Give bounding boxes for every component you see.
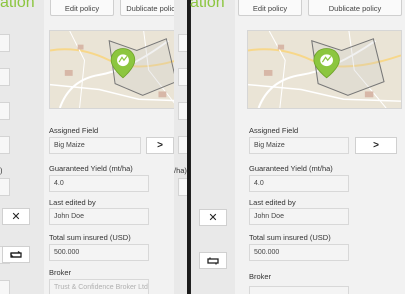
strip-field-stub [0, 34, 10, 52]
duplicate-policy-button[interactable]: Dublicate policy [308, 0, 402, 16]
assigned-field-label: Assigned Field [49, 126, 99, 135]
assigned-field-input[interactable]: Big Maize [249, 137, 349, 154]
strip-label-fragment: /ha) [174, 166, 187, 175]
transfer-icon [10, 250, 22, 258]
strip-label-fragment: ) [0, 166, 3, 175]
last-edited-label: Last edited by [49, 198, 96, 207]
strip-field-stub [178, 178, 187, 196]
broker-label: Broker [49, 268, 72, 277]
last-edited-field: John Doe [249, 208, 349, 225]
map-canvas [50, 31, 187, 108]
right-side-strip: /ha) [174, 0, 187, 294]
transfer-button[interactable] [199, 252, 227, 269]
total-sum-label: Total sum insured (USD) [249, 233, 331, 242]
close-icon: ✕ [11, 211, 21, 223]
field-map[interactable] [49, 30, 187, 109]
broker-label: Broker [249, 272, 272, 281]
strip-field-stub [178, 34, 187, 52]
broker-field[interactable] [249, 286, 349, 294]
strip-field-stub [0, 68, 10, 86]
strip-field-stub [178, 102, 187, 120]
total-sum-field[interactable]: 500.000 [49, 244, 149, 261]
last-edited-field: John Doe [49, 208, 149, 225]
assigned-field-select-button[interactable]: > [355, 137, 397, 154]
assigned-field-label: Assigned Field [249, 126, 299, 135]
guaranteed-yield-field[interactable]: 4.0 [49, 175, 149, 192]
assigned-field-input[interactable]: Big Maize [49, 137, 141, 154]
strip-field-stub [0, 102, 10, 120]
strip-field-stub [178, 68, 187, 86]
transfer-button[interactable] [2, 246, 30, 263]
assigned-field-select-button[interactable]: > [146, 137, 174, 154]
right-panel: Edit policy Dublicate policy Assigned Fi… [190, 0, 405, 294]
strip-field-stub [0, 280, 10, 294]
edit-policy-button[interactable]: Edit policy [50, 0, 114, 16]
total-sum-field[interactable]: 500.000 [249, 244, 349, 261]
strip-field-stub [0, 136, 10, 154]
close-icon: ✕ [208, 212, 218, 224]
page-title-fragment: ation [0, 0, 35, 11]
broker-field[interactable]: Trust & Confidence Broker Ltd [49, 279, 149, 294]
page-title-fragment: ation [190, 0, 225, 11]
chevron-right-icon: > [157, 140, 163, 151]
transfer-icon [207, 257, 219, 264]
strip-field-stub [178, 136, 187, 154]
guaranteed-yield-field[interactable]: 4.0 [249, 175, 349, 192]
guaranteed-yield-label: Guaranteed Yield (mt/ha) [249, 164, 333, 173]
guaranteed-yield-label: Guaranteed Yield (mt/ha) [49, 164, 133, 173]
map-canvas [248, 31, 401, 108]
clear-button[interactable]: ✕ [2, 208, 30, 225]
edit-policy-button[interactable]: Edit policy [238, 0, 302, 16]
last-edited-label: Last edited by [249, 198, 296, 207]
total-sum-label: Total sum insured (USD) [49, 233, 131, 242]
clear-button[interactable]: ✕ [199, 209, 227, 226]
right-panel-side-strip [191, 0, 235, 294]
field-map[interactable] [247, 30, 402, 109]
chevron-right-icon: > [373, 140, 379, 151]
strip-field-stub [0, 178, 10, 196]
